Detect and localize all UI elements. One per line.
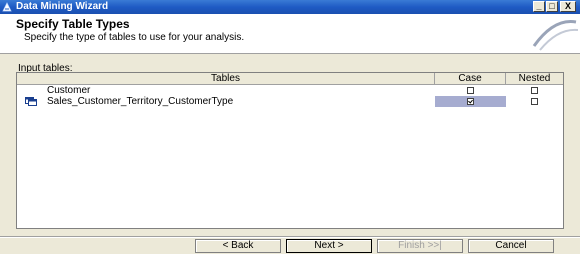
case-checkbox-cell[interactable]	[435, 85, 506, 96]
nested-checkbox-cell[interactable]	[506, 96, 563, 107]
table-row[interactable]: Sales_Customer_Territory_CustomerType	[17, 96, 563, 107]
column-header-tables[interactable]: Tables	[17, 73, 435, 84]
page-subtitle: Specify the type of tables to use for yo…	[24, 32, 245, 43]
case-checkbox[interactable]	[467, 98, 474, 105]
minimize-button[interactable]: _	[533, 1, 545, 12]
nested-checkbox[interactable]	[531, 98, 538, 105]
table-row[interactable]: Customer	[17, 85, 563, 96]
window-title: Data Mining Wizard	[16, 1, 109, 12]
case-checkbox-cell[interactable]	[435, 96, 506, 107]
wizard-swoosh-icon	[532, 20, 578, 51]
back-button[interactable]: < Back	[195, 239, 281, 253]
finish-button[interactable]: Finish >>|	[377, 239, 463, 253]
grid-header: Tables Case Nested	[17, 73, 563, 85]
wizard-header: Specify Table Types Specify the type of …	[0, 14, 580, 54]
wizard-window: Data Mining Wizard _ □ X Specify Table T…	[0, 0, 580, 254]
table-name: Customer	[47, 85, 91, 96]
cancel-button[interactable]: Cancel	[468, 239, 554, 253]
table-icon	[25, 97, 37, 106]
close-button[interactable]: X	[560, 1, 576, 12]
nested-checkbox[interactable]	[531, 87, 538, 94]
maximize-button[interactable]: □	[546, 1, 558, 12]
column-header-case[interactable]: Case	[435, 73, 506, 84]
column-header-nested[interactable]: Nested	[506, 73, 563, 84]
page-title: Specify Table Types	[16, 17, 130, 31]
input-tables-grid[interactable]: Tables Case Nested Customer Sales_Custom…	[16, 72, 564, 229]
wizard-app-icon	[2, 2, 12, 12]
title-bar[interactable]: Data Mining Wizard _ □ X	[0, 0, 580, 14]
footer-divider	[0, 236, 580, 238]
nested-checkbox-cell[interactable]	[506, 85, 563, 96]
next-button[interactable]: Next >	[286, 239, 372, 253]
case-checkbox[interactable]	[467, 87, 474, 94]
table-name: Sales_Customer_Territory_CustomerType	[47, 96, 234, 107]
